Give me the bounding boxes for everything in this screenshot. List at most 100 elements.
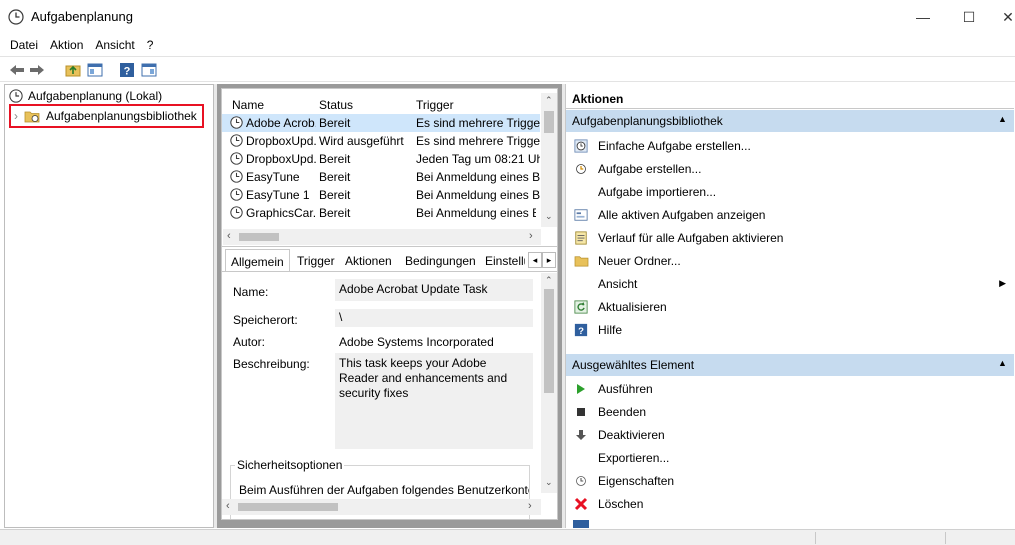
column-header-trigger[interactable]: Trigger <box>416 98 454 112</box>
tab-scroll-left-icon[interactable]: ◂ <box>528 252 542 268</box>
row-name: GraphicsCar... <box>246 206 316 220</box>
collapse-icon[interactable]: ▲ <box>998 358 1007 368</box>
up-folder-icon[interactable] <box>64 61 82 79</box>
table-row[interactable]: GraphicsCar... Bereit Bei Anmeldung eine… <box>222 204 540 222</box>
actions-pane: Aktionen Aufgabenplanungsbibliothek ▲ Ei… <box>565 84 1015 528</box>
status-divider <box>815 532 816 544</box>
action-verlauf-aktivieren[interactable]: Verlauf für alle Aufgaben aktivieren <box>566 226 1014 249</box>
scroll-thumb[interactable] <box>239 233 279 241</box>
menu-datei[interactable]: Datei <box>4 36 44 56</box>
section-title: Ausgewähltes Element <box>572 358 695 372</box>
tree-item-library[interactable]: › Aufgabenplanungsbibliothek <box>14 107 197 125</box>
action-exportieren[interactable]: Exportieren... <box>566 446 1014 469</box>
tab-aktionen[interactable]: Aktionen <box>340 249 397 271</box>
table-row[interactable]: DropboxUpd... Wird ausgeführt Es sind me… <box>222 132 540 150</box>
minimize-button[interactable]: — <box>900 0 946 34</box>
show-hide-pane-icon[interactable] <box>86 61 104 79</box>
task-details-panel: Allgemein Trigger Aktionen Bedingungen E… <box>221 246 558 520</box>
active-tasks-icon <box>573 207 589 223</box>
action-aufgabe-erstellen[interactable]: Aufgabe erstellen... <box>566 157 1014 180</box>
action-ansicht[interactable]: Ansicht ▶ <box>566 272 1014 295</box>
details-vscrollbar[interactable]: ⌃ ⌄ <box>541 273 557 493</box>
tab-einstellungen[interactable]: Einstellu <box>480 249 525 271</box>
action-alle-aktiven-aufgaben[interactable]: Alle aktiven Aufgaben anzeigen <box>566 203 1014 226</box>
collapse-icon[interactable]: ▲ <box>998 114 1007 124</box>
location-label: Speicherort: <box>233 313 298 327</box>
action-eigenschaften[interactable]: Eigenschaften <box>566 469 1014 492</box>
forward-icon[interactable] <box>28 61 46 79</box>
help-icon: ? <box>573 322 589 338</box>
action-einfache-aufgabe[interactable]: Einfache Aufgabe erstellen... <box>566 134 1014 157</box>
back-icon[interactable] <box>8 61 26 79</box>
actions-divider <box>566 108 1014 109</box>
section-library-header[interactable]: Aufgabenplanungsbibliothek ▲ <box>566 110 1014 132</box>
scroll-thumb[interactable] <box>544 111 554 133</box>
table-row[interactable]: Adobe Acrob... Bereit Es sind mehrere Tr… <box>222 114 540 132</box>
author-label: Autor: <box>233 335 266 349</box>
scroll-thumb[interactable] <box>238 503 338 511</box>
tree-root-label: Aufgabenplanung (Lokal) <box>28 89 163 103</box>
tab-trigger[interactable]: Trigger <box>292 249 340 271</box>
menu-help[interactable]: ? <box>141 36 160 56</box>
table-row[interactable]: DropboxUpd... Bereit Jeden Tag um 08:21 … <box>222 150 540 168</box>
name-field[interactable]: Adobe Acrobat Update Task <box>335 279 533 301</box>
scroll-left-icon[interactable]: ‹ <box>227 230 231 242</box>
table-row[interactable]: EasyTune 1 Bereit Bei Anmeldung eines B <box>222 186 540 204</box>
action-ausfuehren[interactable]: Ausführen <box>566 377 1014 400</box>
action-aktualisieren[interactable]: Aktualisieren <box>566 295 1014 318</box>
scroll-right-icon[interactable]: › <box>529 230 533 242</box>
action-neuer-ordner[interactable]: Neuer Ordner... <box>566 249 1014 272</box>
title-bar: Aufgabenplanung — ☐ ✕ <box>0 0 1015 34</box>
action-deaktivieren[interactable]: Deaktivieren <box>566 423 1014 446</box>
details-hscrollbar[interactable]: ‹ › <box>222 499 541 515</box>
column-header-status[interactable]: Status <box>319 98 353 112</box>
description-field[interactable]: This task keeps your Adobe Reader and en… <box>335 353 533 449</box>
scroll-up-icon[interactable]: ⌃ <box>545 95 553 106</box>
scroll-left-icon[interactable]: ‹ <box>226 500 230 512</box>
help-icon <box>573 520 589 528</box>
scroll-down-icon[interactable]: ⌄ <box>545 477 553 488</box>
security-options-text: Beim Ausführen der Aufgaben folgendes Be… <box>239 483 529 497</box>
scroll-right-icon[interactable]: › <box>528 500 532 512</box>
scroll-thumb[interactable] <box>544 289 554 393</box>
menu-ansicht[interactable]: Ansicht <box>89 36 140 56</box>
task-list-vscrollbar[interactable]: ⌃ ⌄ <box>541 93 557 227</box>
help-icon[interactable]: ? <box>118 61 136 79</box>
row-status: Bereit <box>319 170 351 184</box>
folder-icon <box>24 111 40 123</box>
action-hilfe[interactable]: ? Hilfe <box>566 318 1014 341</box>
action-loeschen[interactable]: Löschen <box>566 492 1014 515</box>
toolbar: ? <box>0 56 1015 82</box>
row-name: EasyTune <box>246 170 300 184</box>
table-row[interactable]: EasyTune Bereit Bei Anmeldung eines B <box>222 168 540 186</box>
row-trigger: Bei Anmeldung eines B <box>416 206 536 220</box>
task-list-hscrollbar[interactable]: ‹ › <box>223 229 541 245</box>
delete-icon <box>573 496 589 512</box>
status-divider <box>945 532 946 544</box>
new-folder-icon <box>573 253 589 269</box>
tree-root-item[interactable]: Aufgabenplanung (Lokal) <box>9 87 162 105</box>
scroll-down-icon[interactable]: ⌄ <box>545 211 553 222</box>
properties-icon <box>573 473 589 489</box>
expander-icon[interactable]: › <box>14 109 18 123</box>
history-icon <box>573 230 589 246</box>
properties-icon[interactable] <box>140 61 158 79</box>
author-value: Adobe Systems Incorporated <box>339 335 494 349</box>
tab-scroll-right-icon[interactable]: ▸ <box>542 252 556 268</box>
action-aufgabe-importieren[interactable]: Aufgabe importieren... <box>566 180 1014 203</box>
status-bar <box>0 529 1015 545</box>
row-status: Bereit <box>319 188 351 202</box>
column-header-name[interactable]: Name <box>232 98 264 112</box>
clock-icon <box>8 9 24 25</box>
action-beenden[interactable]: Beenden <box>566 400 1014 423</box>
section-selected-header[interactable]: Ausgewähltes Element ▲ <box>566 354 1014 376</box>
scroll-up-icon[interactable]: ⌃ <box>545 275 553 286</box>
clock-icon <box>9 89 23 103</box>
row-status: Bereit <box>319 116 351 130</box>
location-field: \ <box>335 309 533 327</box>
close-button[interactable]: ✕ <box>985 0 1015 34</box>
actions-header: Aktionen <box>572 92 624 106</box>
menu-aktion[interactable]: Aktion <box>44 36 89 56</box>
tab-allgemein[interactable]: Allgemein <box>225 249 290 271</box>
tab-bedingungen[interactable]: Bedingungen <box>400 249 481 271</box>
